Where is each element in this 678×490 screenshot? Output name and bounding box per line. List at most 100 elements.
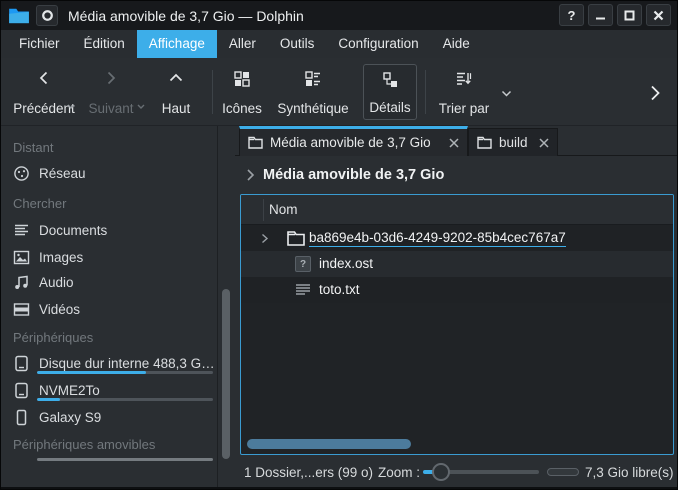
video-icon [13, 301, 30, 318]
column-header-nom[interactable]: Nom [269, 195, 298, 225]
help-icon: ? [568, 8, 576, 23]
chevron-left-icon [36, 70, 52, 86]
folder-view-panel: Média amovible de 3,7 Gio build [235, 126, 678, 490]
window-controls: ? [559, 4, 671, 26]
sidebar-scrollbar[interactable] [222, 289, 230, 459]
back-dropdown-caret-icon[interactable] [67, 104, 75, 109]
help-button[interactable]: ? [559, 4, 584, 26]
maximize-button[interactable] [617, 4, 642, 26]
up-button[interactable]: Haut [155, 64, 197, 120]
details-view-icon [381, 71, 399, 89]
places-section-chercher: Chercher [13, 196, 66, 211]
sidebar-item-videos[interactable]: Vidéos [13, 297, 80, 321]
horizontal-scrollbar[interactable] [247, 439, 411, 449]
file-row-folder[interactable]: ba869e4b-03d6-4249-9202-85b4cec767a7 [241, 225, 673, 251]
column-header-row: Nom [241, 195, 673, 225]
harddisk-icon [13, 382, 30, 399]
window-title: Média amovible de 3,7 Gio — Dolphin [68, 8, 304, 24]
icons-view-button[interactable]: Icônes [219, 64, 265, 120]
audio-icon [13, 274, 30, 291]
text-file-icon [295, 283, 311, 298]
tab-close-button[interactable] [449, 138, 459, 148]
main-body: Distant Réseau Chercher Documents [1, 126, 677, 490]
sort-dropdown-caret-icon[interactable] [501, 90, 512, 97]
toolbar-separator [425, 70, 426, 114]
zoom-slider-track[interactable] [447, 470, 539, 474]
image-icon [13, 249, 30, 266]
menu-affichage[interactable]: Affichage [137, 30, 217, 58]
menubar: Fichier Édition Affichage Aller Outils C… [1, 30, 677, 58]
sort-icon [455, 70, 473, 88]
close-icon [539, 138, 549, 148]
tab-media-amovible[interactable]: Média amovible de 3,7 Gio [239, 126, 468, 156]
chevron-right-icon [103, 70, 119, 86]
status-summary: 1 Dossier,...ers (99 o) [244, 465, 373, 480]
disk-usage-bar [37, 371, 213, 374]
minimize-button[interactable] [588, 4, 613, 26]
sidebar-item-label: Galaxy S9 [39, 410, 101, 425]
menu-edition[interactable]: Édition [72, 30, 137, 58]
toolbar-overflow-icon[interactable] [649, 84, 661, 102]
file-row-index-ost[interactable]: ? index.ost [241, 251, 673, 277]
sidebar-item-galaxy-s9[interactable]: Galaxy S9 [13, 405, 101, 429]
statusbar: 1 Dossier,...ers (99 o) Zoom : 7,3 Gio l… [235, 455, 678, 490]
breadcrumb[interactable]: Média amovible de 3,7 Gio [235, 156, 678, 194]
places-section-peripheriques: Périphériques [13, 330, 93, 345]
sort-by-button[interactable]: Trier par [433, 64, 495, 120]
free-space-label: 7,3 Gio libre(s) [585, 465, 674, 480]
panel-splitter[interactable] [217, 126, 218, 490]
back-button[interactable]: Précédent [9, 64, 79, 120]
file-name[interactable]: index.ost [319, 256, 373, 271]
compact-view-icon [304, 70, 322, 88]
tab-label: Média amovible de 3,7 Gio [270, 135, 431, 150]
document-icon [13, 222, 30, 239]
file-row-toto-txt[interactable]: toto.txt [241, 277, 673, 303]
column-separator[interactable] [263, 199, 264, 221]
free-space-bar [547, 468, 579, 476]
menu-outils[interactable]: Outils [268, 30, 327, 58]
breadcrumb-path[interactable]: Média amovible de 3,7 Gio [263, 167, 444, 183]
tab-build[interactable]: build [468, 128, 558, 156]
file-view[interactable]: Nom ba869e4b-03d6-4249-9202-85b4cec767a7 [240, 194, 674, 455]
dolphin-window: Média amovible de 3,7 Gio — Dolphin ? Fi… [0, 0, 678, 490]
disk-usage-bar [37, 398, 213, 401]
folder-icon [287, 230, 305, 246]
close-button[interactable] [646, 4, 671, 26]
harddisk-icon [13, 355, 30, 372]
sidebar-item-reseau[interactable]: Réseau [13, 161, 86, 185]
sidebar-item-label: Vidéos [39, 302, 80, 317]
unknown-file-icon: ? [295, 256, 311, 272]
sidebar-item-documents[interactable]: Documents [13, 218, 107, 242]
file-name[interactable]: ba869e4b-03d6-4249-9202-85b4cec767a7 [309, 230, 566, 247]
places-panel: Distant Réseau Chercher Documents [1, 126, 234, 490]
tab-bar: Média amovible de 3,7 Gio build [235, 126, 678, 156]
titlebar[interactable]: Média amovible de 3,7 Gio — Dolphin ? [1, 1, 677, 30]
places-section-distant: Distant [13, 140, 53, 155]
titlebar-emblem-button[interactable] [36, 5, 58, 26]
forward-dropdown-caret-icon[interactable] [137, 104, 145, 109]
compact-view-button[interactable]: Synthétique [269, 64, 357, 120]
forward-button[interactable]: Suivant [83, 64, 139, 120]
sidebar-item-audio[interactable]: Audio [13, 270, 74, 294]
sidebar-item-label: Audio [39, 275, 74, 290]
maximize-icon [624, 10, 635, 21]
menu-aller[interactable]: Aller [217, 30, 268, 58]
menu-configuration[interactable]: Configuration [326, 30, 430, 58]
sidebar-item-label: Disque dur interne 488,3 G… [39, 356, 215, 371]
close-icon [449, 138, 459, 148]
details-view-button[interactable]: Détails [363, 64, 417, 120]
chevron-right-icon [246, 168, 255, 182]
tab-close-button[interactable] [539, 138, 549, 148]
file-name[interactable]: toto.txt [319, 282, 360, 297]
sidebar-item-images[interactable]: Images [13, 245, 83, 269]
expander-icon[interactable] [261, 233, 269, 244]
menu-aide[interactable]: Aide [431, 30, 482, 58]
menu-fichier[interactable]: Fichier [7, 30, 72, 58]
sidebar-item-label: Images [39, 250, 83, 265]
places-section-amovibles: Périphériques amovibles [13, 437, 155, 452]
zoom-slider-handle[interactable] [432, 463, 450, 481]
sidebar-item-label: Réseau [39, 166, 86, 181]
disk-usage-bar [37, 458, 213, 461]
toolbar: Précédent Suivant Haut Icônes [1, 58, 677, 126]
close-icon [653, 10, 664, 21]
